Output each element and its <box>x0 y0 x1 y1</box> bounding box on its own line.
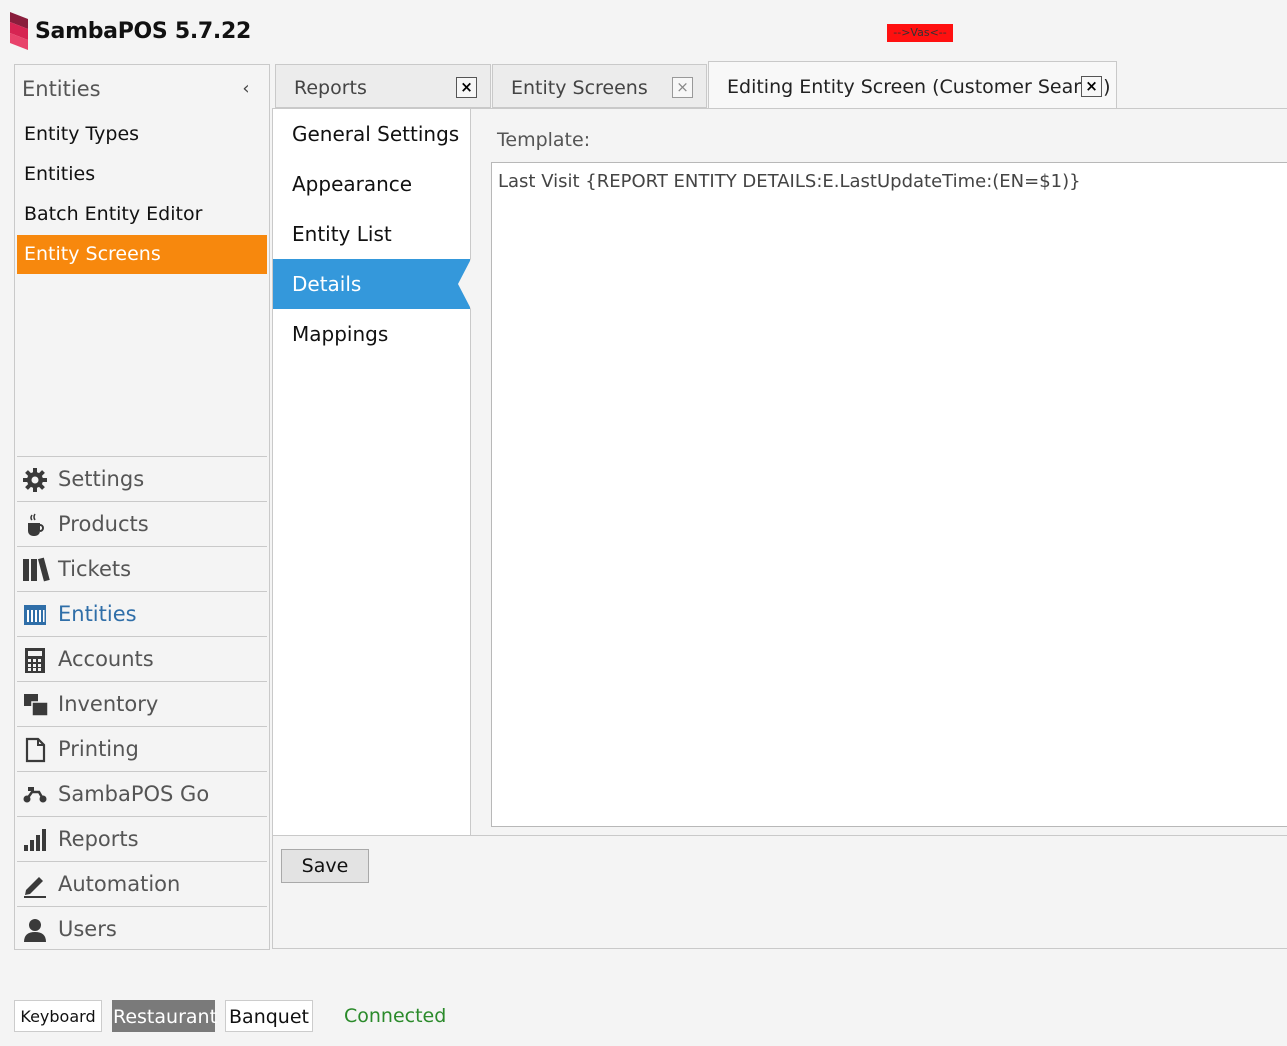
settings-menu: General Settings Appearance Entity List … <box>273 109 471 835</box>
menu-mappings[interactable]: Mappings <box>273 309 470 359</box>
scooter-icon <box>22 782 48 808</box>
gear-icon <box>22 467 48 493</box>
close-icon[interactable]: × <box>1081 76 1102 97</box>
editor-content: General Settings Appearance Entity List … <box>272 108 1287 949</box>
collapse-chevron-icon[interactable]: ‹ <box>235 77 257 101</box>
connection-status: Connected <box>344 1005 447 1027</box>
restaurant-button[interactable]: Restaurant <box>112 1000 217 1032</box>
nav-label: Reports <box>58 827 139 851</box>
sub-item-entity-screens[interactable]: Entity Screens <box>17 235 267 274</box>
tab-editing-entity-screen[interactable]: Editing Entity Screen (Customer Search) … <box>708 61 1117 109</box>
tab-label: Reports <box>294 77 367 99</box>
tab-reports[interactable]: Reports × <box>275 64 491 108</box>
app-title: SambaPOS 5.7.22 <box>35 19 251 44</box>
nav-label: Printing <box>58 737 139 761</box>
nav-item-printing[interactable]: Printing <box>17 726 267 771</box>
coffee-cup-icon <box>22 512 48 538</box>
banquet-button[interactable]: Banquet <box>225 1000 313 1032</box>
books-icon <box>22 557 50 583</box>
nav-item-reports[interactable]: Reports <box>17 816 267 861</box>
menu-appearance[interactable]: Appearance <box>273 159 470 209</box>
nav-item-accounts[interactable]: Accounts <box>17 636 267 681</box>
nav-item-users[interactable]: Users <box>17 906 267 951</box>
tab-label: Editing Entity Screen (Customer Search) <box>727 76 1111 98</box>
nav-item-products[interactable]: Products <box>17 501 267 546</box>
calculator-icon <box>22 647 48 673</box>
left-panel-title: Entities <box>22 77 101 101</box>
nav-label: Users <box>58 917 117 941</box>
user-icon <box>22 917 48 943</box>
nav-item-inventory[interactable]: Inventory <box>17 681 267 726</box>
left-panel-header: Entities ‹ <box>15 65 269 115</box>
menu-general-settings[interactable]: General Settings <box>273 109 470 159</box>
nav-label: Accounts <box>58 647 154 671</box>
close-icon[interactable]: × <box>456 77 477 98</box>
nav-label: Automation <box>58 872 181 896</box>
sub-item-entity-types[interactable]: Entity Types <box>17 115 267 154</box>
save-button[interactable]: Save <box>281 849 369 883</box>
keyboard-button[interactable]: Keyboard <box>14 1000 102 1032</box>
sub-item-entities[interactable]: Entities <box>17 155 267 194</box>
boxes-icon <box>22 692 49 718</box>
sub-item-batch-entity-editor[interactable]: Batch Entity Editor <box>17 195 267 234</box>
template-text: Last Visit {REPORT ENTITY DETAILS:E.Last… <box>498 171 1081 192</box>
nav-item-entities[interactable]: Entities <box>17 591 267 636</box>
nav-label: Entities <box>58 602 137 626</box>
template-label: Template: <box>497 129 591 151</box>
calendar-grid-icon <box>22 602 48 628</box>
nav-item-automation[interactable]: Automation <box>17 861 267 906</box>
nav-label: Inventory <box>58 692 159 716</box>
nav-item-sambapos-go[interactable]: SambaPOS Go <box>17 771 267 816</box>
tab-entity-screens[interactable]: Entity Screens × <box>492 64 707 108</box>
nav-label: Tickets <box>58 557 132 581</box>
nav-label: Products <box>58 512 149 536</box>
app-logo-icon <box>8 12 30 50</box>
close-icon[interactable]: × <box>672 77 693 98</box>
user-tag: -->Vas<-- <box>887 24 953 42</box>
template-editor[interactable]: Last Visit {REPORT ENTITY DETAILS:E.Last… <box>491 162 1287 827</box>
active-item-arrow <box>458 259 471 309</box>
document-icon <box>22 737 48 763</box>
nav-label: SambaPOS Go <box>58 782 210 806</box>
menu-details[interactable]: Details <box>273 259 470 309</box>
tab-label: Entity Screens <box>511 77 648 99</box>
nav-item-settings[interactable]: Settings <box>17 456 267 501</box>
nav-label: Settings <box>58 467 145 491</box>
left-panel: Entities ‹ Entity Types Entities Batch E… <box>14 64 270 950</box>
pencil-icon <box>22 872 48 898</box>
menu-entity-list[interactable]: Entity List <box>273 209 470 259</box>
bar-chart-icon <box>22 827 48 853</box>
footer-divider <box>273 835 1287 836</box>
nav-item-tickets[interactable]: Tickets <box>17 546 267 591</box>
